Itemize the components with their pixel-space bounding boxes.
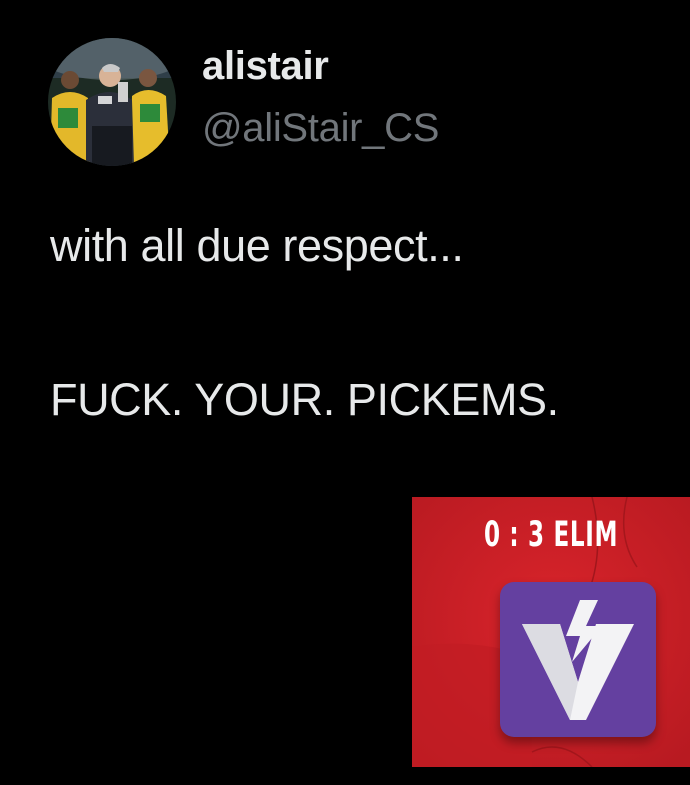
team-logo-icon <box>522 600 634 720</box>
tweet-text-line-2: FUCK. YOUR. PICKEMS. <box>50 374 559 425</box>
avatar[interactable] <box>48 38 176 166</box>
tweet-text-line-1: with all due respect... <box>50 220 464 271</box>
score-banner: 0 : 3 ELIM <box>484 515 619 555</box>
display-name[interactable]: alistair <box>202 44 329 89</box>
team-badge <box>500 582 656 737</box>
tweet: alistair @aliStair_CS with all due respe… <box>0 0 690 785</box>
media-image[interactable]: 0 : 3 ELIM <box>412 497 690 767</box>
handle[interactable]: @aliStair_CS <box>202 106 439 151</box>
avatar-photo-icon <box>48 38 176 166</box>
